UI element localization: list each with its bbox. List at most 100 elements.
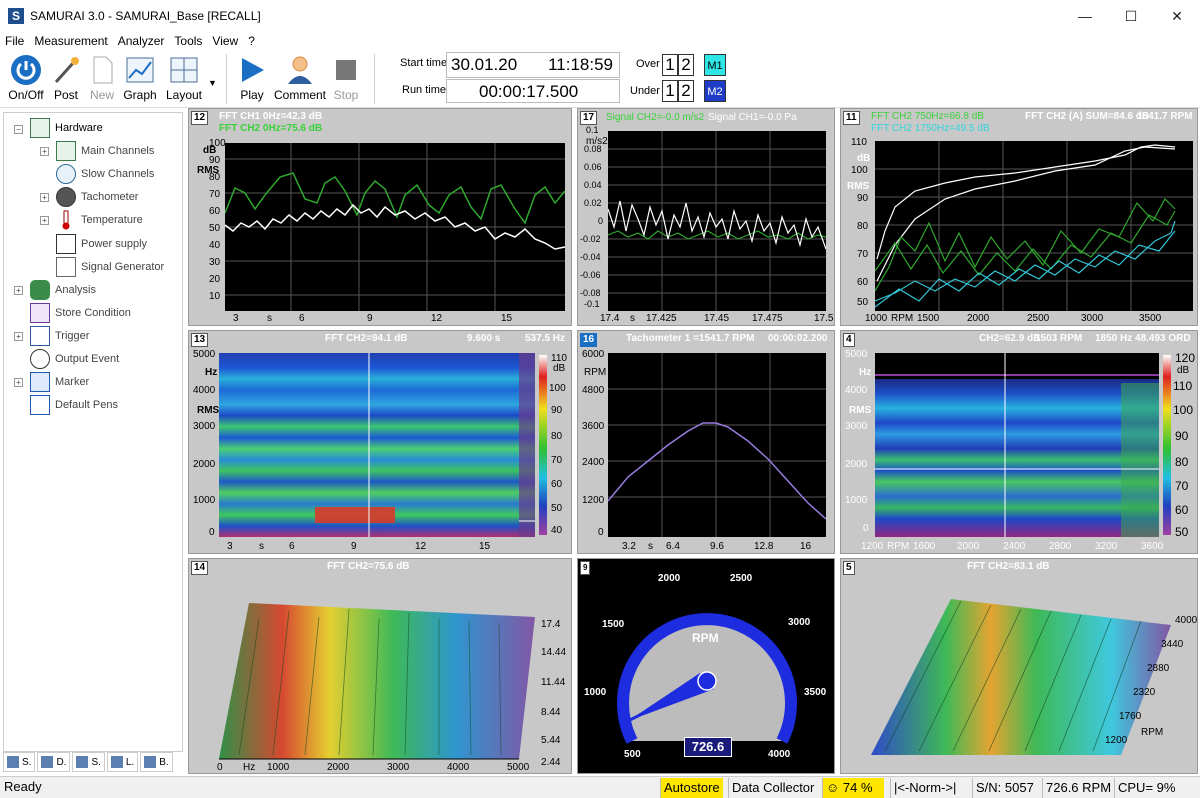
layout-button[interactable]: Layout: [162, 52, 206, 106]
tree-item-power-supply[interactable]: Power supply: [56, 233, 147, 255]
under-ch2-indicator: 2: [678, 80, 694, 102]
onoff-button[interactable]: On/Off: [4, 52, 48, 106]
m1-button[interactable]: M1: [704, 54, 726, 76]
plot-area[interactable]: [607, 353, 827, 537]
x-tick: 12.8: [754, 541, 774, 552]
minimize-button[interactable]: —: [1062, 0, 1108, 32]
x-tick: 3.2: [622, 541, 636, 552]
y-tick: 5000: [193, 349, 216, 360]
expand-toggle[interactable]: +: [14, 286, 23, 295]
rpm-spectrogram-image[interactable]: [875, 353, 1159, 537]
x-tick: 2000: [967, 313, 990, 324]
m2-button[interactable]: M2: [704, 80, 726, 102]
x-tick: 6: [299, 313, 305, 324]
panel-signal[interactable]: 17 Signal CH2=-0.0 m/s2 Signal CH1=-0.0 …: [577, 108, 835, 326]
sidebar-tabs: S. D. S. L. B.: [3, 752, 183, 774]
menu-view[interactable]: View: [207, 34, 243, 48]
y-tick: 5000: [845, 349, 868, 360]
y-tick: 3600: [582, 421, 605, 432]
panel-waterfall-rpm[interactable]: 5 FFT CH2=83.1 dB 4000 3440 2880 2320 17…: [840, 558, 1198, 774]
spectrogram-image[interactable]: [219, 353, 535, 537]
gauge-tick: 3000: [788, 617, 811, 628]
expand-toggle[interactable]: +: [40, 193, 49, 202]
autostore-indicator[interactable]: Autostore: [660, 778, 723, 798]
tree-item-marker[interactable]: Marker: [30, 371, 89, 393]
x-tick: 0: [217, 762, 223, 773]
tree-item-tachometer[interactable]: Tachometer: [56, 186, 138, 208]
panel-spectrogram[interactable]: 13 FFT CH2=94.1 dB 9.600 s 537.5 Hz Hz R…: [188, 330, 572, 554]
menu-measurement[interactable]: Measurement: [29, 34, 112, 48]
channels-icon: [56, 141, 76, 161]
tab-log[interactable]: L.: [106, 752, 139, 772]
spectrogram-readout: FFT CH2=94.1 dB: [325, 333, 408, 344]
tab-data[interactable]: D.: [37, 752, 71, 772]
expand-toggle[interactable]: +: [40, 216, 49, 225]
tree-item-store-condition[interactable]: Store Condition: [30, 302, 131, 324]
x-unit: s: [648, 541, 653, 552]
panel-waterfall-time[interactable]: 14 FFT CH2=75.6 dB 0 Hz 1000 2000 3000 4…: [188, 558, 572, 774]
comment-button[interactable]: Comment: [274, 52, 326, 106]
expand-toggle[interactable]: +: [40, 147, 49, 156]
x-tick: 1600: [913, 541, 936, 552]
plot-area[interactable]: [607, 131, 827, 311]
data-collector-indicator[interactable]: Data Collector: [728, 778, 817, 798]
layout-label: Layout: [165, 88, 203, 102]
z-tick: 1760: [1119, 711, 1142, 722]
tree-item-signal-generator[interactable]: Signal Generator: [56, 256, 164, 278]
tab-label: S.: [91, 756, 101, 768]
x-tick: 17.475: [752, 313, 783, 324]
y-tick: 0.1: [586, 125, 599, 135]
tree-item-output-event[interactable]: Output Event: [30, 348, 119, 370]
stop-icon: [330, 54, 362, 86]
tree-item-analysis[interactable]: Analysis: [30, 279, 96, 301]
plot-area[interactable]: [224, 143, 566, 311]
x-tick: 2800: [1049, 541, 1072, 552]
toolbar: On/Off Post New Graph Layout ▼ Play Comm…: [0, 50, 1200, 108]
y-tick: 100: [851, 165, 868, 176]
slow-channels-icon: [56, 164, 76, 184]
expand-toggle[interactable]: +: [14, 378, 23, 387]
waterfall-3d-chart[interactable]: [189, 559, 572, 774]
y-tick: 2400: [582, 457, 605, 468]
tab-browser[interactable]: B.: [140, 752, 173, 772]
panel-rpm-tracks[interactable]: 11 FFT CH2 750Hz=66.8 dB FFT CH2 1750Hz=…: [840, 108, 1198, 326]
collapse-toggle[interactable]: −: [14, 125, 23, 134]
tree-item-hardware[interactable]: Hardware: [30, 117, 103, 139]
menu-tools[interactable]: Tools: [169, 34, 207, 48]
scale-tick: 80: [551, 431, 563, 442]
x-tick: 1500: [917, 313, 940, 324]
panel-rpm-spectrogram[interactable]: 4 CH2=62.9 dB 1503 RPM 1850 Hz 48.493 OR…: [840, 330, 1198, 554]
menu-analyzer[interactable]: Analyzer: [113, 34, 170, 48]
stop-button[interactable]: Stop: [324, 52, 368, 106]
panel-rpm-gauge[interactable]: 9 RPM 726.6 500 1000 1500 2000 2500 3000…: [577, 558, 835, 774]
play-button[interactable]: Play: [230, 52, 274, 106]
waterfall-rpm-3d-chart[interactable]: [841, 559, 1198, 774]
layout-dropdown-icon[interactable]: ▼: [208, 78, 217, 88]
start-time-label: Start time: [400, 57, 448, 69]
panel-fft-time[interactable]: 12 FFT CH1 0Hz=42.3 dB FFT CH2 0Hz=75.6 …: [188, 108, 572, 326]
bar-chart-icon: [41, 756, 54, 768]
expand-toggle[interactable]: +: [14, 332, 23, 341]
panel-tachometer[interactable]: 16 Tachometer 1 =1541.7 RPM 00:00:02.200…: [577, 330, 835, 554]
y-unit: dB: [857, 153, 871, 164]
maximize-button[interactable]: ☐: [1108, 0, 1154, 32]
tab-status[interactable]: S.: [72, 752, 105, 772]
plot-area[interactable]: [874, 141, 1193, 311]
menu-help[interactable]: ?: [243, 34, 260, 48]
z-tick: 2.44: [541, 757, 561, 768]
setup-icon: [7, 756, 19, 768]
tree-label: Default Pens: [55, 399, 118, 411]
z-tick: 14.44: [541, 647, 567, 658]
graph-button[interactable]: Graph: [118, 52, 162, 106]
tree-item-temperature[interactable]: Temperature: [56, 209, 143, 231]
tree-item-slow-channels[interactable]: Slow Channels: [56, 163, 154, 185]
x-tick: 15: [501, 313, 513, 324]
tree-item-main-channels[interactable]: Main Channels: [56, 140, 154, 162]
tree-item-default-pens[interactable]: Default Pens: [30, 394, 118, 416]
close-button[interactable]: ✕: [1154, 0, 1200, 32]
tree-item-trigger[interactable]: Trigger: [30, 325, 89, 347]
menu-file[interactable]: File: [0, 34, 29, 48]
tab-setup[interactable]: S.: [3, 752, 36, 772]
x-tick: 3: [227, 541, 233, 552]
x-tick: 3200: [1095, 541, 1118, 552]
